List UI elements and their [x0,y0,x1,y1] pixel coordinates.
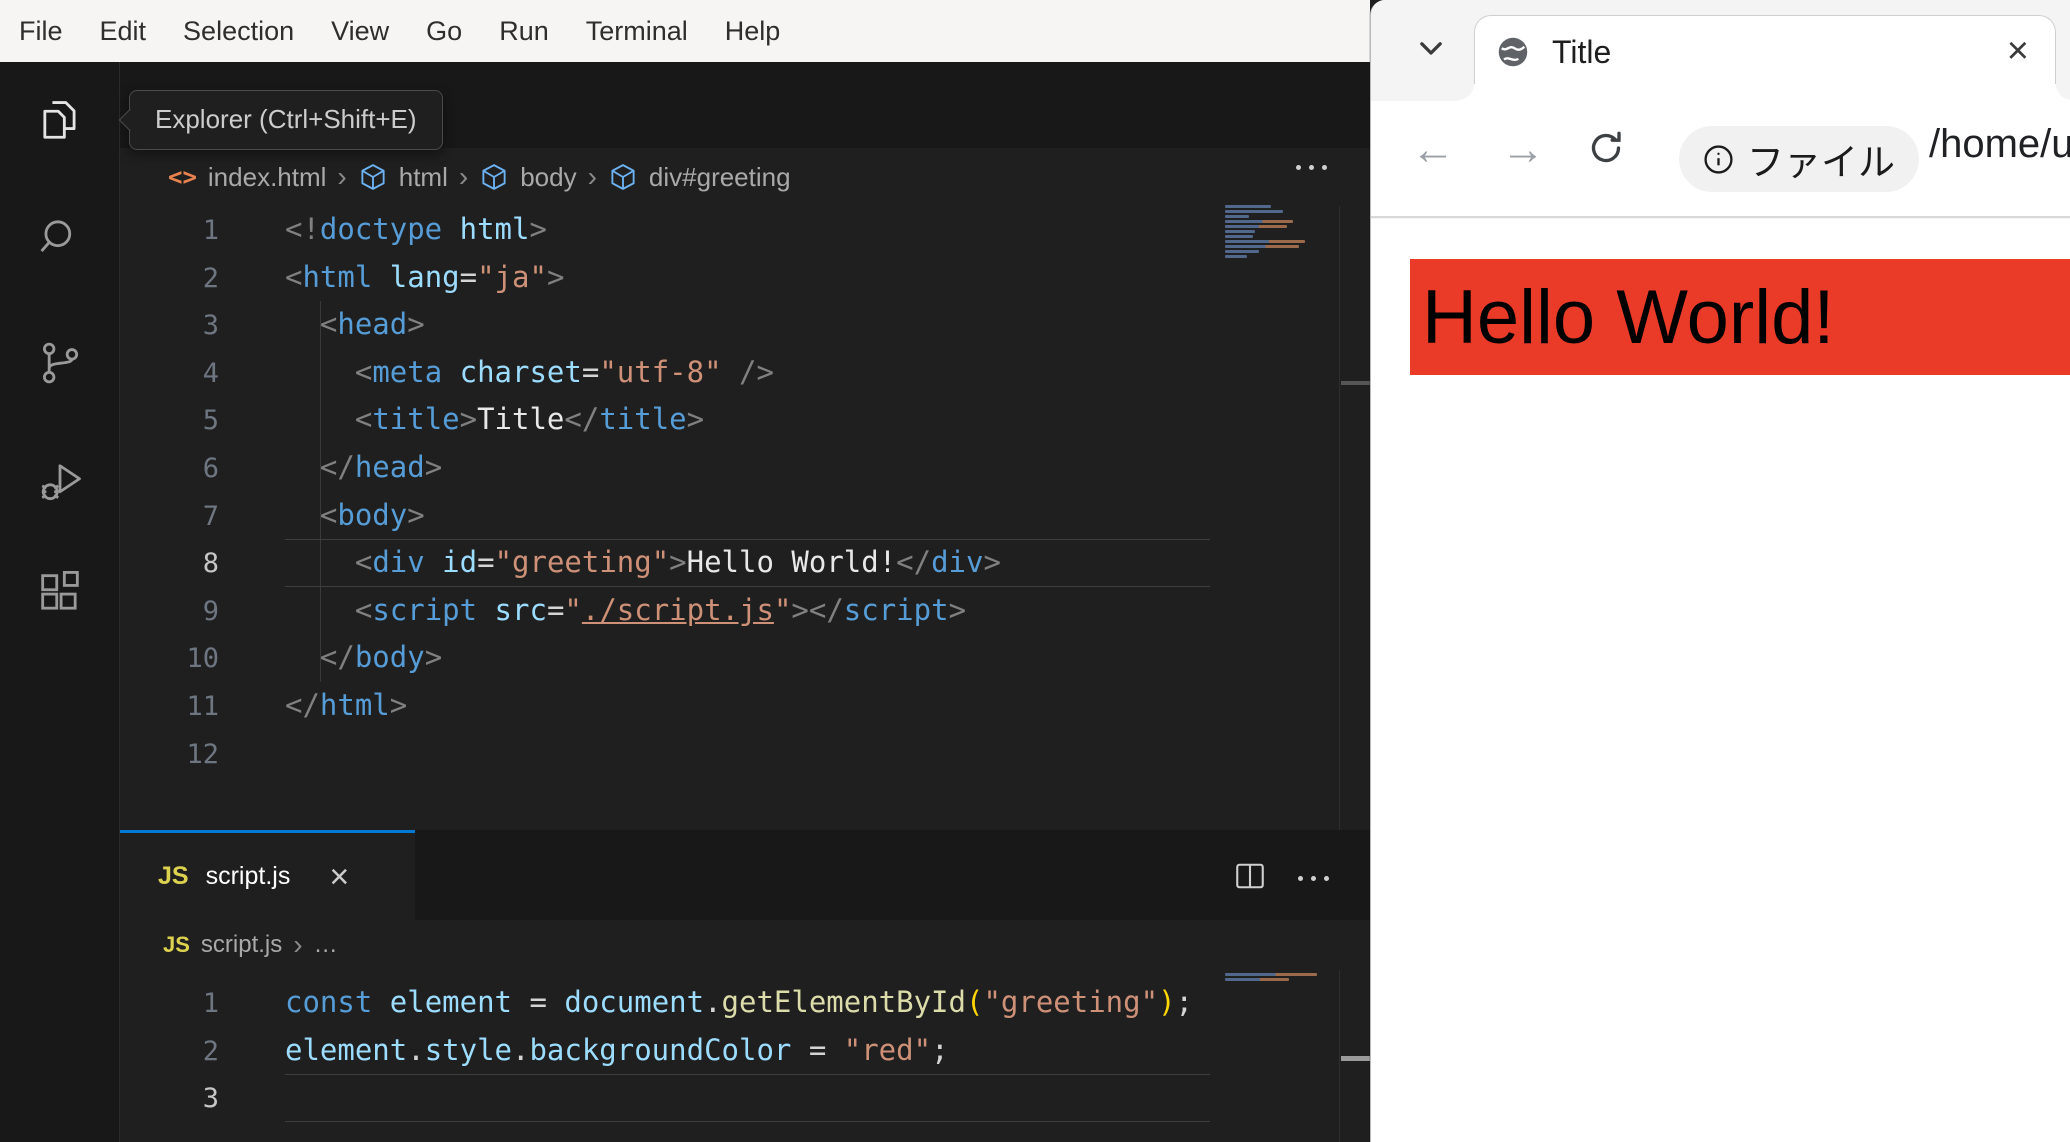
browser-tab-strip: Title × [1371,0,2070,101]
line-number: 5 [202,405,219,437]
line-number: 3 [202,1083,219,1115]
line-number: 10 [186,643,219,675]
globe-icon [1495,34,1531,70]
menu-go[interactable]: Go [426,16,462,47]
breadcrumb-file[interactable]: script.js [201,931,282,959]
scrollbar-cursor-marker[interactable] [1341,1056,1370,1061]
symbol-cube-icon [479,162,509,193]
code-line[interactable]: 6 </head> [120,444,1210,492]
menu-selection[interactable]: Selection [183,16,294,47]
line-number: 6 [202,452,219,484]
html-file-icon: <> [168,163,197,191]
forward-button[interactable]: → [1501,125,1545,175]
menu-file[interactable]: File [19,16,63,47]
back-button[interactable]: ← [1411,125,1455,175]
menu-view[interactable]: View [331,16,389,47]
code-line[interactable]: 1 const element = document.getElementById… [120,979,1210,1027]
tab-search-chevron-icon[interactable] [1411,28,1451,68]
minimap-border [1339,970,1340,1142]
file-scheme-label: ファイル [1747,142,1895,183]
line-number: 11 [186,690,219,722]
close-tab-icon[interactable]: × [329,860,349,894]
code-line[interactable]: 1 <!doctype html> [120,206,1210,254]
tab-script-js[interactable]: JS script.js × [120,830,415,920]
search-icon[interactable] [34,211,86,263]
code-line[interactable]: 10 </body> [120,634,1210,682]
explorer-tooltip: Explorer (Ctrl+Shift+E) [129,90,443,150]
line-number: 1 [202,988,219,1019]
activity-bar [0,62,120,1142]
minimap-border [1339,206,1340,830]
line-number: 2 [202,1035,219,1067]
page-heading: Hello World! [1410,259,2070,375]
line-number: 1 [202,215,219,246]
address-bar-url[interactable]: /home/u [1929,122,2070,167]
menu-run[interactable]: Run [499,16,549,47]
code-line[interactable]: 8 <div id="greeting">Hello World!</div> [120,539,1210,587]
breadcrumb-html[interactable]: html [399,162,448,193]
browser-tab-title: Title [1552,34,1612,70]
js-code-editor[interactable]: 1 const element = document.getElementById… [120,979,1210,1139]
js-file-icon: JS [163,932,190,957]
line-number: 4 [202,357,219,389]
minimap[interactable] [1225,973,1337,983]
code-line[interactable]: 12 [120,730,1210,778]
panel-tab-bar: JS script.js × [120,830,1370,920]
menu-edit[interactable]: Edit [100,16,147,47]
tab-label: script.js [205,862,291,890]
editor-more-actions-icon[interactable] [1296,165,1327,170]
vscode-window: File Edit Selection View Go Run Terminal… [0,0,1370,1142]
breadcrumb-separator: › [587,161,597,192]
breadcrumb-separator: › [337,161,347,192]
breadcrumb-separator: › [458,161,469,192]
indent-guide [320,301,321,682]
symbol-cube-icon [608,162,638,193]
source-control-icon[interactable] [34,337,86,389]
breadcrumb-body[interactable]: body [520,162,576,193]
breadcrumb-file[interactable]: index.html [208,162,327,193]
panel-more-actions-icon[interactable] [1298,876,1329,881]
html-code-editor[interactable]: 1 <!doctype html> 2 <html lang="ja"> 3 <head… [120,206,1210,778]
extensions-icon[interactable] [34,567,86,619]
browser-tab[interactable]: Title × [1458,15,2070,101]
code-line[interactable]: 7 <body> [120,492,1210,540]
line-number: 12 [186,738,219,770]
line-number: 3 [202,310,219,342]
code-line[interactable]: 2 <html lang="ja"> [120,254,1210,302]
line-number: 2 [202,262,219,294]
info-icon [1704,144,1733,174]
breadcrumb: <> index.html › html › body › div#greeti… [168,148,791,206]
breadcrumb-div-greeting[interactable]: div#greeting [649,162,791,193]
breadcrumb-ellipsis[interactable]: … [314,931,338,959]
js-file-icon: JS [158,862,189,890]
split-editor-icon[interactable] [1232,858,1268,894]
code-line[interactable]: 5 <title>Title</title> [120,396,1210,444]
line-number: 8 [202,548,219,580]
code-line[interactable]: 3 [120,1074,1210,1122]
minimap[interactable] [1225,205,1337,260]
code-line[interactable]: 9 <script src="./script.js"></script> [120,587,1210,635]
menu-help[interactable]: Help [725,16,781,47]
code-line[interactable]: 2 element.style.backgroundColor = "red"; [120,1027,1210,1075]
browser-toolbar: ← → ファイル /home/u [1371,101,2070,218]
line-number: 9 [202,595,219,627]
run-debug-icon[interactable] [34,456,86,508]
menu-bar: File Edit Selection View Go Run Terminal… [0,0,1370,62]
site-info-chip[interactable]: ファイル [1679,126,1919,192]
close-tab-icon[interactable]: × [2007,30,2029,73]
line-number: 7 [202,500,219,532]
browser-window: Title × ← → ファイル /home/u Hello World! [1370,0,2070,1142]
reload-button[interactable] [1586,128,1626,168]
code-line[interactable]: 3 <head> [120,301,1210,349]
breadcrumb-js: JS script.js › … [163,920,338,970]
scrollbar-marker[interactable] [1341,381,1370,385]
explorer-icon[interactable] [34,95,86,147]
menu-terminal[interactable]: Terminal [586,16,688,47]
code-line[interactable]: 11 </html> [120,682,1210,730]
browser-page: Hello World! [1371,219,2070,1142]
breadcrumb-separator: › [293,929,303,960]
code-line[interactable]: 4 <meta charset="utf-8" /> [120,349,1210,397]
symbol-cube-icon [358,162,388,193]
